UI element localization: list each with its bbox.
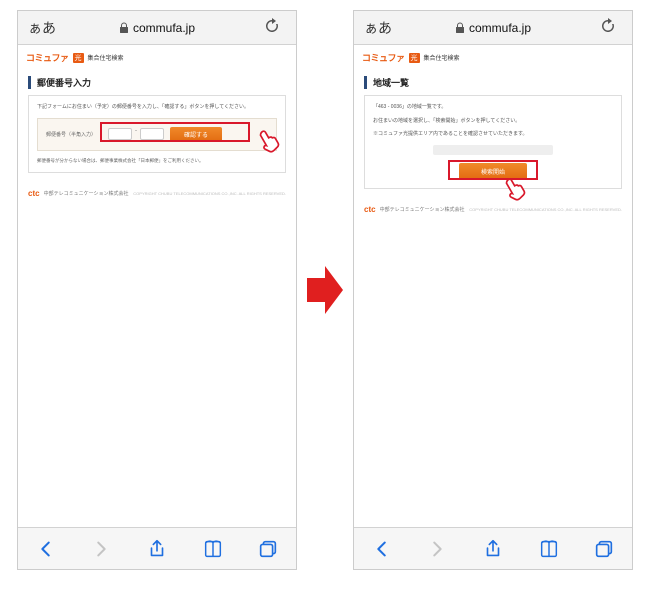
back-button[interactable] [35,538,57,560]
reload-icon [264,18,280,34]
url-display[interactable]: commufa.jp [60,21,254,35]
zip-dash: - [135,128,137,140]
brand-subtitle: 集合住宅検索 [88,53,124,62]
browser-url-bar: ぁあ commufa.jp [354,11,632,45]
lock-icon [455,22,465,34]
browser-toolbar [18,527,296,569]
section-title-left: 郵便番号入力 [28,76,286,89]
section-title-right: 地域一覧 [364,76,622,89]
company-name: 中部テレコミュニケーション株式会社 [44,190,129,197]
page-footer: ctc 中部テレコミュニケーション株式会社 COPYRIGHT CHUBU TE… [354,199,632,220]
confirm-button[interactable]: 確認する [170,127,222,142]
lead-text-r1: 「463 - 0036」の地域一覧です。 [373,104,613,112]
reload-button[interactable] [590,18,626,37]
lock-icon [119,22,129,34]
url-display[interactable]: commufa.jp [396,21,590,35]
reader-button[interactable]: ぁあ [24,18,60,38]
phone-left: ぁあ commufa.jp コミュファ 光 集合住宅検索 郵便番号入力 [17,10,297,570]
brand-header: コミュファ 光 集合住宅検索 [18,45,296,68]
domain-text: commufa.jp [133,21,195,35]
page-content-right: コミュファ 光 集合住宅検索 地域一覧 「463 - 0036」の地域一覧です。… [354,45,632,527]
ctc-logo: ctc [28,189,40,198]
lead-text-r3: ※コミュファ光提供エリア内であることを確認させていただきます。 [373,131,613,139]
browser-toolbar [354,527,632,569]
card-right: 「463 - 0036」の地域一覧です。 お住まいの地域を選択し、「検索開始」ボ… [364,95,622,189]
zip-input-row: 郵便番号（半角入力） - 確認する [37,118,277,151]
zip-inputs: - [108,128,164,140]
page-footer: ctc 中部テレコミュニケーション株式会社 COPYRIGHT CHUBU TE… [18,183,296,204]
zip-input-2[interactable] [140,128,164,140]
tabs-button[interactable] [593,538,615,560]
brand-badge: 光 [409,53,420,63]
ctc-logo: ctc [364,205,376,214]
page-content-left: コミュファ 光 集合住宅検索 郵便番号入力 下記フォームにお住まい（予定）の郵便… [18,45,296,527]
bookmarks-button[interactable] [538,538,560,560]
forward-button[interactable] [426,538,448,560]
copyright: COPYRIGHT CHUBU TELECOMMUNICATIONS CO.,I… [133,191,286,196]
zip-hint: 郵便番号が分からない場合は、郵便事業株式会社「日本郵便」をご利用ください。 [37,157,277,164]
commufa-logo: コミュファ [26,51,69,64]
zip-label: 郵便番号（半角入力） [46,131,102,138]
forward-button[interactable] [90,538,112,560]
reload-icon [600,18,616,34]
phone-right: ぁあ commufa.jp コミュファ 光 集合住宅検索 地域一覧 [353,10,633,570]
reload-button[interactable] [254,18,290,37]
brand-badge: 光 [73,53,84,63]
reader-button[interactable]: ぁあ [360,18,396,38]
back-button[interactable] [371,538,393,560]
lead-text-r2: お住まいの地域を選択し、「検索開始」ボタンを押してください。 [373,118,613,126]
share-button[interactable] [146,538,168,560]
lead-text-left: 下記フォームにお住まい（予定）の郵便番号を入力し、「確認する」ボタンを押してくだ… [37,104,277,112]
commufa-logo: コミュファ [362,51,405,64]
bookmarks-button[interactable] [202,538,224,560]
tabs-button[interactable] [257,538,279,560]
brand-header: コミュファ 光 集合住宅検索 [354,45,632,68]
domain-text: commufa.jp [469,21,531,35]
pointer-hand-left [253,124,287,158]
step-arrow [305,260,345,320]
share-button[interactable] [482,538,504,560]
company-name: 中部テレコミュニケーション株式会社 [380,206,465,213]
card-left: 下記フォームにお住まい（予定）の郵便番号を入力し、「確認する」ボタンを押してくだ… [28,95,286,173]
pointer-hand-right [499,172,533,206]
brand-subtitle: 集合住宅検索 [424,53,460,62]
copyright: COPYRIGHT CHUBU TELECOMMUNICATIONS CO.,I… [469,207,622,212]
zip-input-1[interactable] [108,128,132,140]
address-placeholder [433,145,553,155]
browser-url-bar: ぁあ commufa.jp [18,11,296,45]
